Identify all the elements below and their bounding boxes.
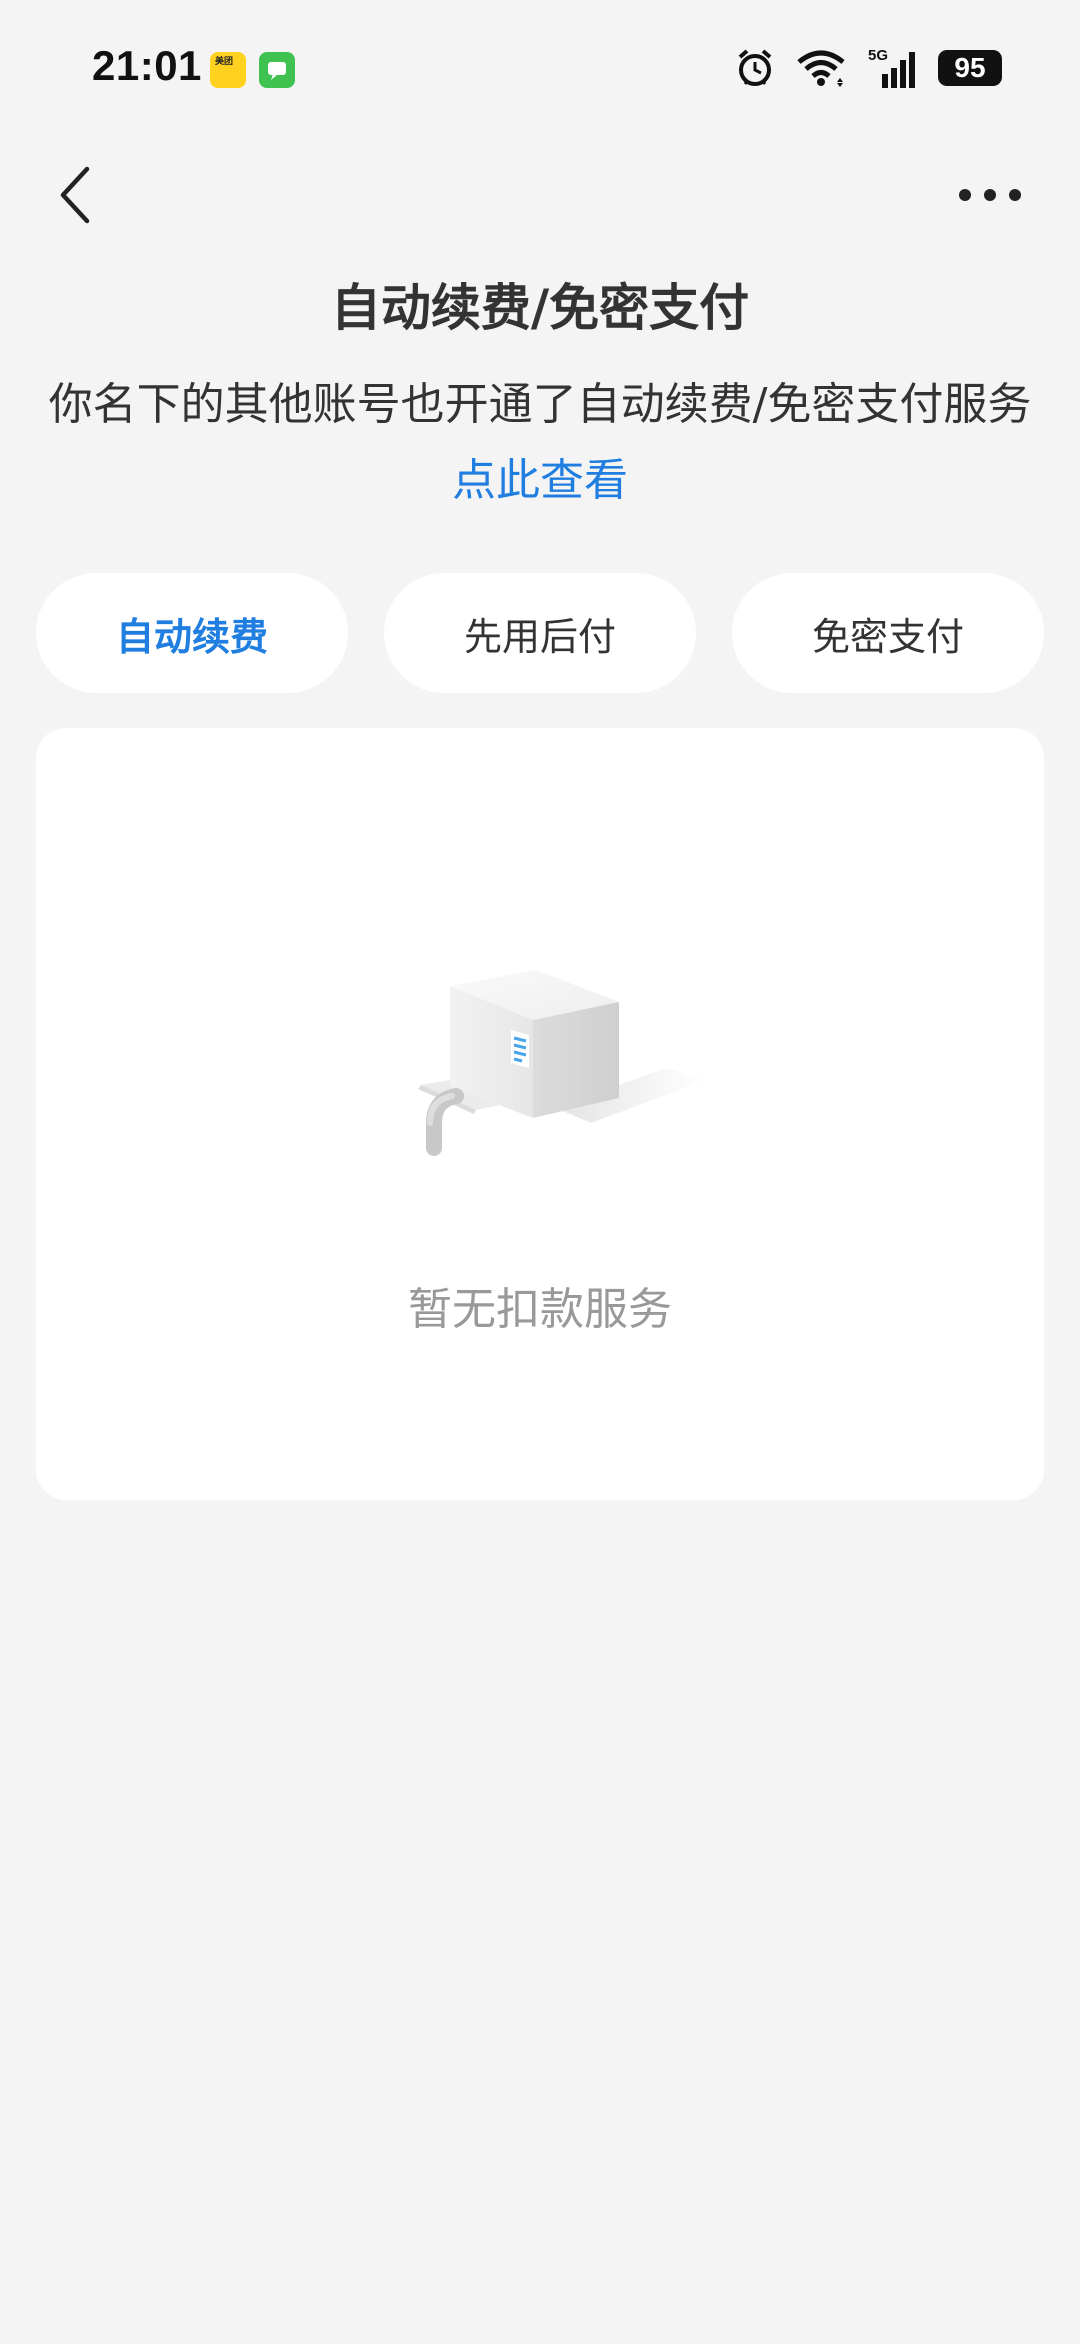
status-bar: 21:01 美团 5G 95 [0, 0, 1080, 130]
messages-app-icon [259, 52, 295, 88]
wifi-icon [797, 50, 845, 87]
tab-auto-renewal[interactable]: 自动续费 [36, 573, 348, 693]
more-options-button[interactable] [940, 150, 1040, 240]
view-other-accounts-link[interactable]: 点此查看 [0, 444, 1080, 508]
tab-buy-now-pay-later[interactable]: 先用后付 [384, 573, 696, 693]
deduction-services-card: 暂无扣款服务 [36, 728, 1044, 1500]
network-label: 5G [868, 47, 888, 64]
page-title: 自动续费/免密支付 [330, 279, 750, 337]
signal-5g-icon: 5G [868, 47, 915, 88]
battery-indicator: 95 [938, 50, 1002, 86]
other-accounts-notice: 你名下的其他账号也开通了自动续费/免密支付服务 [48, 379, 1032, 430]
empty-state-message: 暂无扣款服务 [408, 1284, 672, 1335]
empty-box-icon [418, 970, 706, 1156]
back-button[interactable] [40, 150, 110, 240]
navigation-bar [0, 150, 1080, 240]
status-time: 21:01 [92, 42, 202, 89]
meituan-app-icon: 美团 [210, 52, 246, 88]
service-type-tabs: 自动续费 先用后付 免密支付 [36, 573, 1044, 693]
chevron-left-icon [60, 166, 90, 224]
more-dots-icon [959, 189, 1021, 201]
status-indicators: 5G 95 [736, 46, 1002, 90]
alarm-icon [738, 49, 772, 86]
chat-bubble-icon [268, 62, 286, 80]
tab-password-free-payment[interactable]: 免密支付 [732, 573, 1044, 693]
